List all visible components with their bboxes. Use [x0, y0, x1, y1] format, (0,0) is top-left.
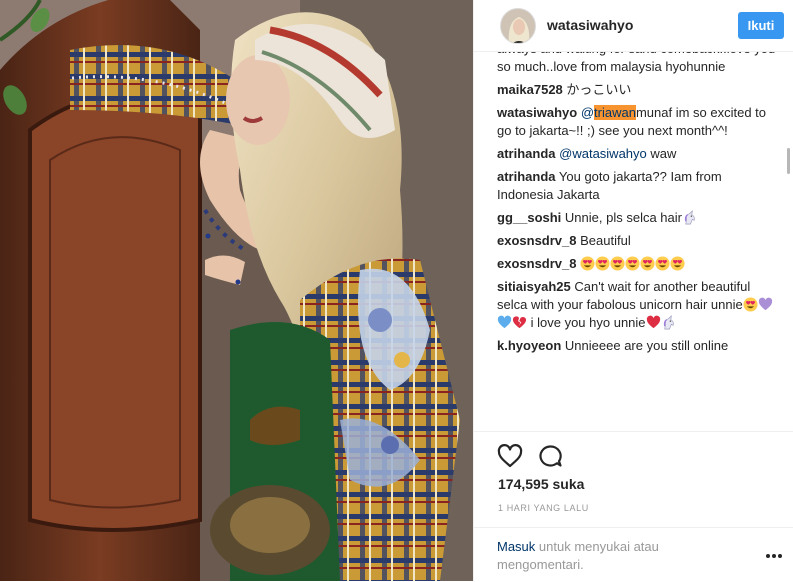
comments-scrollbar[interactable] [787, 148, 790, 174]
comment-text-mention-tail: munaf [635, 105, 673, 120]
comment-item: exosnsdrv_8 Beautiful [497, 232, 777, 250]
post-photo[interactable] [0, 0, 473, 581]
unicorn-emoji [682, 210, 697, 225]
broken-heart-emoji [512, 315, 527, 330]
comment-mention[interactable]: @triawan [581, 105, 636, 120]
comment-mention[interactable]: @watasiwahyo [559, 146, 647, 161]
comment-text: かっこいい [566, 82, 632, 97]
comment-username[interactable]: sitiaisyah25 [497, 279, 571, 294]
comment-username[interactable]: gg__soshi [497, 210, 561, 225]
comment-item: watasiwahyo @triawanmunaf im so excited … [497, 104, 777, 140]
comment-item: gg__soshi Unnie, pls selca hair [497, 209, 777, 227]
comment-item: atrihanda You goto jakarta?? Iam from In… [497, 168, 777, 204]
comment-username[interactable]: exosnsdrv_8 [497, 256, 577, 271]
post-actions: 174,595 suka 1 HARI YANG LALU [474, 431, 793, 513]
heart-eyes-emoji [743, 297, 758, 312]
comment-text: always and waiting for sand comeback..lo… [497, 52, 775, 74]
comment-text: Unnieeee are you still online [564, 338, 729, 353]
like-count[interactable]: 174,595 suka [498, 476, 584, 492]
post-header: watasiwahyo Ikuti [474, 0, 793, 52]
ellipsis-icon[interactable] [764, 552, 784, 560]
post-panel: watasiwahyo Ikuti always and waiting for… [473, 0, 793, 581]
comment-username[interactable]: atrihanda [497, 169, 556, 184]
heart-eyes-emoji [580, 256, 595, 271]
comment-item: maika7528 かっこいい [497, 81, 777, 99]
unicorn-emoji [661, 315, 676, 330]
heart-eyes-emoji [595, 256, 610, 271]
post-username[interactable]: watasiwahyo [547, 17, 633, 33]
comment-item: atrihanda @watasiwahyo waw [497, 145, 777, 163]
comment-item: sitiaisyah25 Can't wait for another beau… [497, 278, 777, 332]
comments-list[interactable]: always and waiting for sand comeback..lo… [497, 52, 777, 430]
heart-eyes-emoji [655, 256, 670, 271]
red-heart-emoji [646, 315, 661, 330]
comment-text: waw [646, 146, 677, 161]
post-timestamp: 1 HARI YANG LALU [498, 503, 589, 513]
blue-heart-emoji [497, 315, 512, 330]
heart-outline-icon[interactable] [497, 444, 523, 468]
comment-username[interactable]: maika7528 [497, 82, 563, 97]
comment-item: k.hyoyeon Unnieeee are you still online [497, 337, 777, 355]
mention-at: @ [580, 105, 595, 120]
comment-text: Unnie, pls selca hair [564, 210, 682, 225]
comment-username[interactable]: exosnsdrv_8 [497, 233, 577, 248]
highlighted-text: triawan [594, 105, 636, 120]
comment-item: always and waiting for sand comeback..lo… [497, 52, 777, 76]
heart-eyes-emoji [610, 256, 625, 271]
heart-eyes-emoji [670, 256, 685, 271]
heart-eyes-emoji [625, 256, 640, 271]
login-link[interactable]: Masuk [497, 539, 535, 554]
comment-username[interactable]: k.hyoyeon [497, 338, 561, 353]
comment-text: Beautiful [580, 233, 631, 248]
speech-bubble-icon[interactable] [537, 444, 563, 468]
login-prompt: Masuk untuk menyukai atau mengomentari. [497, 538, 717, 574]
comment-item: exosnsdrv_8 [497, 255, 777, 273]
purple-heart-emoji [758, 297, 773, 312]
avatar[interactable] [500, 8, 536, 44]
follow-button[interactable]: Ikuti [738, 12, 784, 39]
heart-eyes-emoji [640, 256, 655, 271]
comment-username[interactable]: watasiwahyo [497, 105, 577, 120]
comment-username[interactable]: atrihanda [497, 146, 556, 161]
comment-text-tail: i love you hyo unnie [527, 315, 646, 330]
post-footer: Masuk untuk menyukai atau mengomentari. [474, 527, 793, 582]
